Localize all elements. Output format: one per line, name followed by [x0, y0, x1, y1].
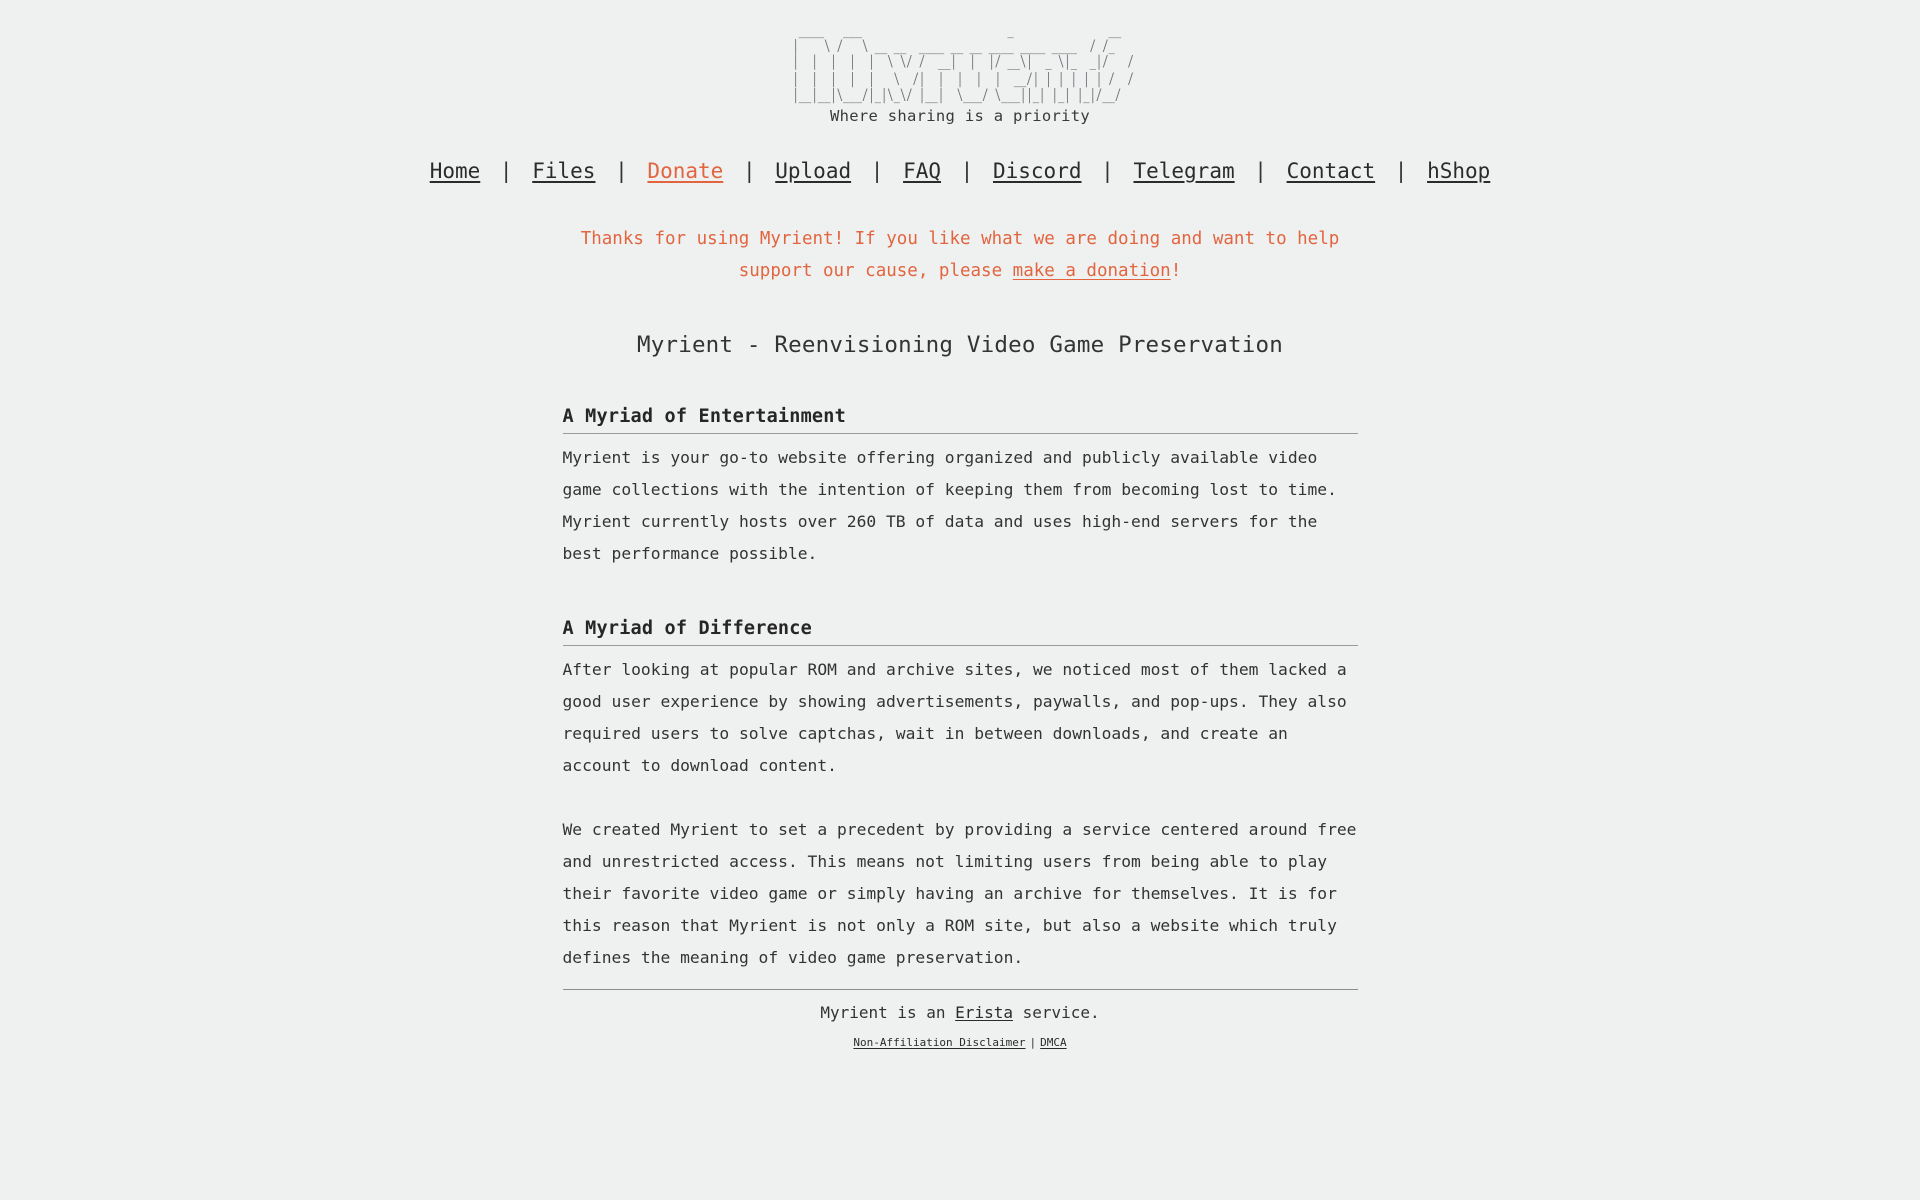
section-paragraph: Myrient is your go-to website offering o… [562, 447, 1337, 563]
footer-text-before: Myrient is an [820, 1002, 956, 1022]
nav-row-secondary: Contact | hShop [1287, 159, 1491, 183]
site-tagline: Where sharing is a priority [829, 106, 1091, 125]
nav-link-faq[interactable]: FAQ [903, 159, 941, 183]
nav-separator: | [870, 158, 884, 183]
erista-link[interactable]: Erista [955, 1003, 1013, 1022]
nav-link-hshop[interactable]: hShop [1427, 159, 1490, 183]
nav-separator: | [1254, 158, 1267, 183]
nav-link-discord[interactable]: Discord [993, 159, 1082, 183]
nav-link-telegram[interactable]: Telegram [1133, 159, 1234, 183]
footer-separator: | [1029, 1035, 1037, 1049]
dmca-link[interactable]: DMCA [1040, 1036, 1067, 1049]
footer-text-after: service. [1012, 1002, 1100, 1022]
main-navigation: Home | Files | Donate | Upload | FAQ | D… [0, 155, 1920, 187]
site-footer: Myrient is an Erista service. Non-Affili… [562, 988, 1358, 1049]
nav-link-upload[interactable]: Upload [775, 159, 851, 183]
nav-separator: | [742, 158, 756, 183]
nav-row-primary: Home | Files | Donate | Upload | FAQ | D… [430, 159, 1287, 183]
logo-container: ____ ___ _ __ | \ / \ __ __ ____ __ __ _… [0, 14, 1920, 103]
section-paragraph: After looking at popular ROM and archive… [562, 659, 1347, 775]
footer-service-line: Myrient is an Erista service. [563, 1003, 1358, 1022]
page-title: Myrient - Reenvisioning Video Game Prese… [636, 331, 1284, 358]
nav-separator: | [1101, 158, 1114, 183]
nav-link-donate[interactable]: Donate [647, 159, 723, 183]
donation-banner-text-before: Thanks for using Myrient! If you like wh… [580, 228, 1340, 281]
section-paragraph: We created Myrient to set a precedent by… [562, 819, 1357, 967]
donation-banner: Thanks for using Myrient! If you like wh… [560, 223, 1360, 287]
nav-separator: | [499, 158, 513, 183]
section-heading: A Myriad of Entertainment [562, 406, 1358, 434]
make-a-donation-link[interactable]: make a donation [1013, 261, 1171, 281]
section-difference: A Myriad of Difference After looking at … [562, 618, 1358, 974]
myrient-ascii-logo-icon: ____ ___ _ __ | \ / \ __ __ ____ __ __ _… [792, 21, 1134, 104]
donation-banner-text-after: ! [1170, 260, 1182, 281]
nav-separator: | [615, 158, 628, 183]
footer-legal-links: Non-Affiliation Disclaimer | DMCA [563, 1036, 1358, 1049]
nav-separator: | [1394, 158, 1408, 183]
page-root: ____ ___ _ __ | \ / \ __ __ ____ __ __ _… [0, 0, 1920, 1049]
nav-link-contact[interactable]: Contact [1287, 159, 1376, 183]
nav-link-files[interactable]: Files [532, 159, 595, 183]
section-heading: A Myriad of Difference [562, 618, 1358, 646]
section-entertainment: A Myriad of Entertainment Myrient is you… [562, 406, 1358, 570]
site-header: ____ ___ _ __ | \ / \ __ __ ____ __ __ _… [0, 14, 1920, 125]
main-content: A Myriad of Entertainment Myrient is you… [562, 406, 1358, 974]
non-affiliation-disclaimer-link[interactable]: Non-Affiliation Disclaimer [853, 1036, 1025, 1049]
nav-link-home[interactable]: Home [430, 159, 481, 183]
nav-separator: | [960, 158, 974, 183]
footer-divider [562, 988, 1358, 990]
